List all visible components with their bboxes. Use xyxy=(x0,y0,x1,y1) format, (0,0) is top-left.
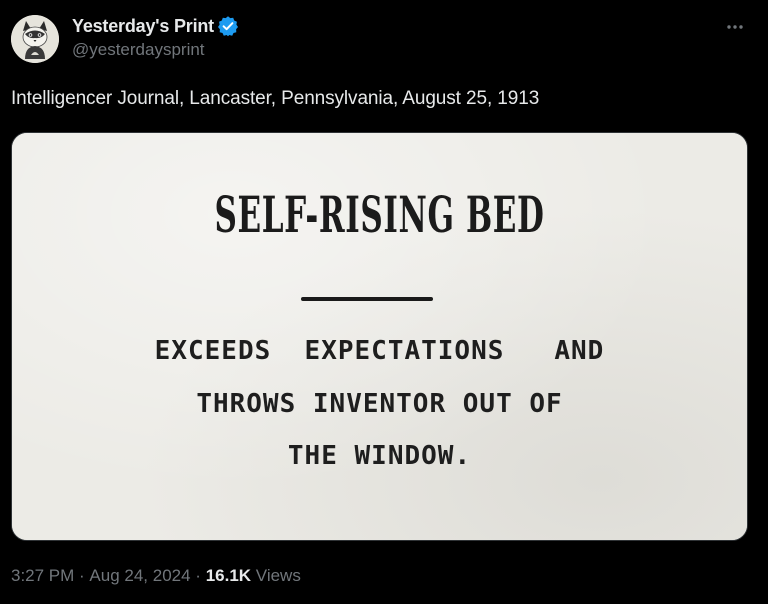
avatar[interactable] xyxy=(11,15,59,63)
clipping-subheading-line-2: THROWS INVENTOR OUT OF xyxy=(196,389,563,419)
tweet-text: Intelligencer Journal, Lancaster, Pennsy… xyxy=(11,88,540,109)
views-count[interactable]: 16.1K xyxy=(206,566,251,586)
tweet-media-image[interactable]: SELF-RISING BED EXCEEDS EXPECTATIONS AND… xyxy=(11,132,748,541)
views-label: Views xyxy=(251,566,301,585)
meta-separator: · xyxy=(190,566,206,585)
cat-avatar-icon xyxy=(11,15,59,63)
tweet-metadata: 3:27 PM · Aug 24, 2024 · 16.1K Views xyxy=(11,566,301,586)
clipping-subheading-line-1: EXCEEDS EXPECTATIONS AND xyxy=(154,336,605,366)
user-handle[interactable]: @yesterdaysprint xyxy=(72,40,239,60)
post-date[interactable]: Aug 24, 2024 xyxy=(89,566,190,586)
clipping-divider xyxy=(301,297,433,301)
more-options-button[interactable] xyxy=(718,10,752,44)
clipping-subheading-line-3: THE WINDOW. xyxy=(287,441,472,471)
clipping-headline: SELF-RISING BED xyxy=(214,185,545,244)
tweet: Yesterday's Print @yesterdaysprint Intel… xyxy=(0,0,768,604)
verified-badge-icon[interactable] xyxy=(217,15,239,37)
display-name-row: Yesterday's Print xyxy=(72,14,239,38)
meta-separator: · xyxy=(74,566,90,585)
author-info: Yesterday's Print @yesterdaysprint xyxy=(72,14,239,60)
post-time[interactable]: 3:27 PM xyxy=(11,566,74,586)
ellipsis-icon xyxy=(727,25,743,29)
display-name[interactable]: Yesterday's Print xyxy=(72,16,214,37)
